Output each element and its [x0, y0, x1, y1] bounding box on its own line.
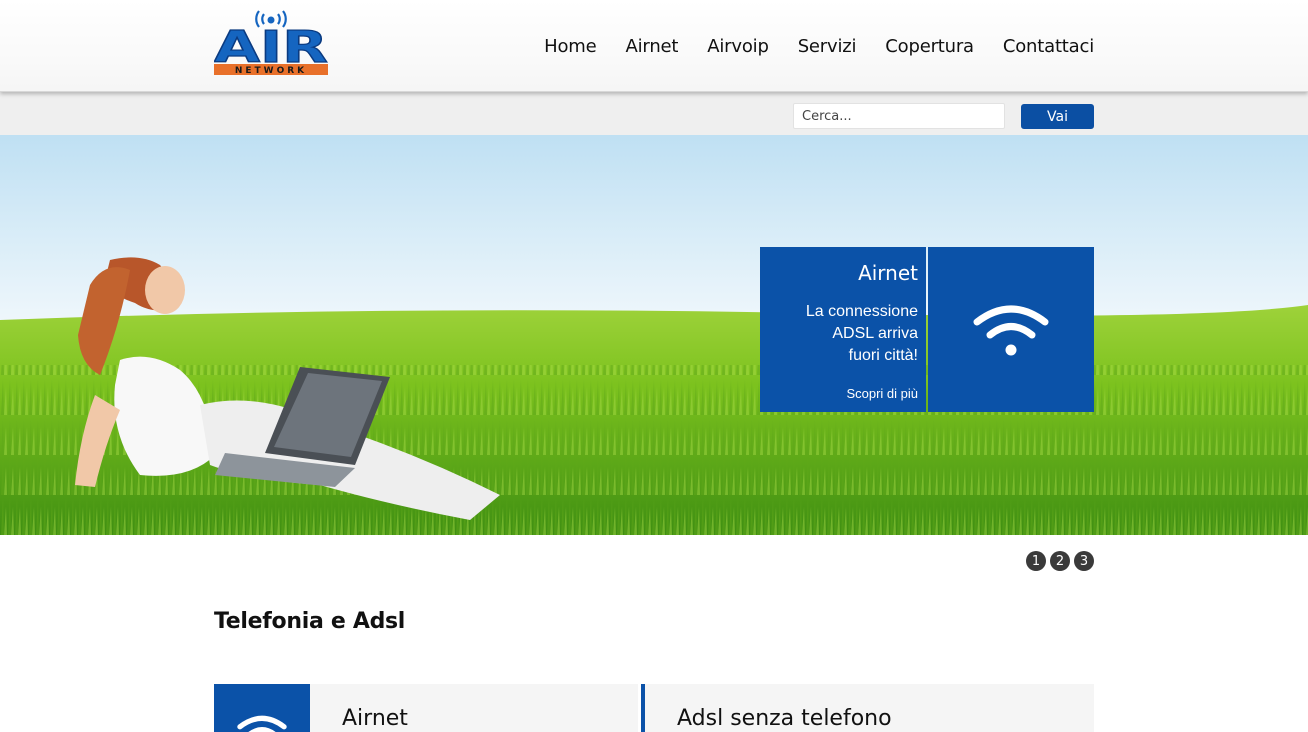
pager-dot-3[interactable]: 3	[1074, 551, 1094, 571]
nav-contattaci[interactable]: Contattaci	[1003, 36, 1094, 57]
card-icon-box	[214, 684, 310, 732]
pager-dot-2[interactable]: 2	[1050, 551, 1070, 571]
hero-slider: Airnet La connessione ADSL arriva fuori …	[0, 135, 1308, 535]
logo-graphic: AIR NETWORK	[213, 10, 329, 76]
wifi-icon	[237, 715, 287, 732]
air-network-logo[interactable]: AIR NETWORK	[213, 10, 330, 78]
hero-image	[0, 135, 1308, 535]
main-nav: Home Airnet Airvoip Servizi Copertura Co…	[544, 36, 1094, 57]
card-adsl-senza-telefono[interactable]: Adsl senza telefono	[641, 684, 1094, 732]
wifi-icon	[973, 305, 1049, 356]
promo-title: Airnet	[858, 261, 918, 285]
card-airnet[interactable]: Airnet	[214, 684, 638, 732]
promo-card[interactable]: Airnet La connessione ADSL arriva fuori …	[760, 247, 926, 412]
slider-pager: 1 2 3	[1026, 551, 1094, 571]
promo-desc-line-3: fuori città!	[848, 347, 918, 364]
pager-dot-1[interactable]: 1	[1026, 551, 1046, 571]
svg-text:NETWORK: NETWORK	[235, 66, 307, 76]
search-bar: Vai	[0, 92, 1308, 135]
section-title: Telefonia e Adsl	[214, 609, 406, 634]
nav-copertura[interactable]: Copertura	[885, 36, 974, 57]
card-adsl-title: Adsl senza telefono	[677, 706, 892, 731]
promo-desc-line-2: ADSL arriva	[832, 325, 918, 342]
search-input[interactable]	[793, 103, 1005, 129]
search-button[interactable]: Vai	[1021, 104, 1094, 129]
nav-servizi[interactable]: Servizi	[798, 36, 857, 57]
site-header: AIR NETWORK Home Airnet Airvoip Servizi …	[0, 0, 1308, 92]
promo-desc-line-1: La connessione	[805, 303, 918, 320]
nav-home[interactable]: Home	[544, 36, 597, 57]
nav-airnet[interactable]: Airnet	[626, 36, 679, 57]
nav-airvoip[interactable]: Airvoip	[707, 36, 769, 57]
promo-icon-box	[928, 247, 1094, 412]
promo-more-link[interactable]: Scopri di più	[846, 386, 918, 401]
card-airnet-title: Airnet	[342, 706, 408, 731]
